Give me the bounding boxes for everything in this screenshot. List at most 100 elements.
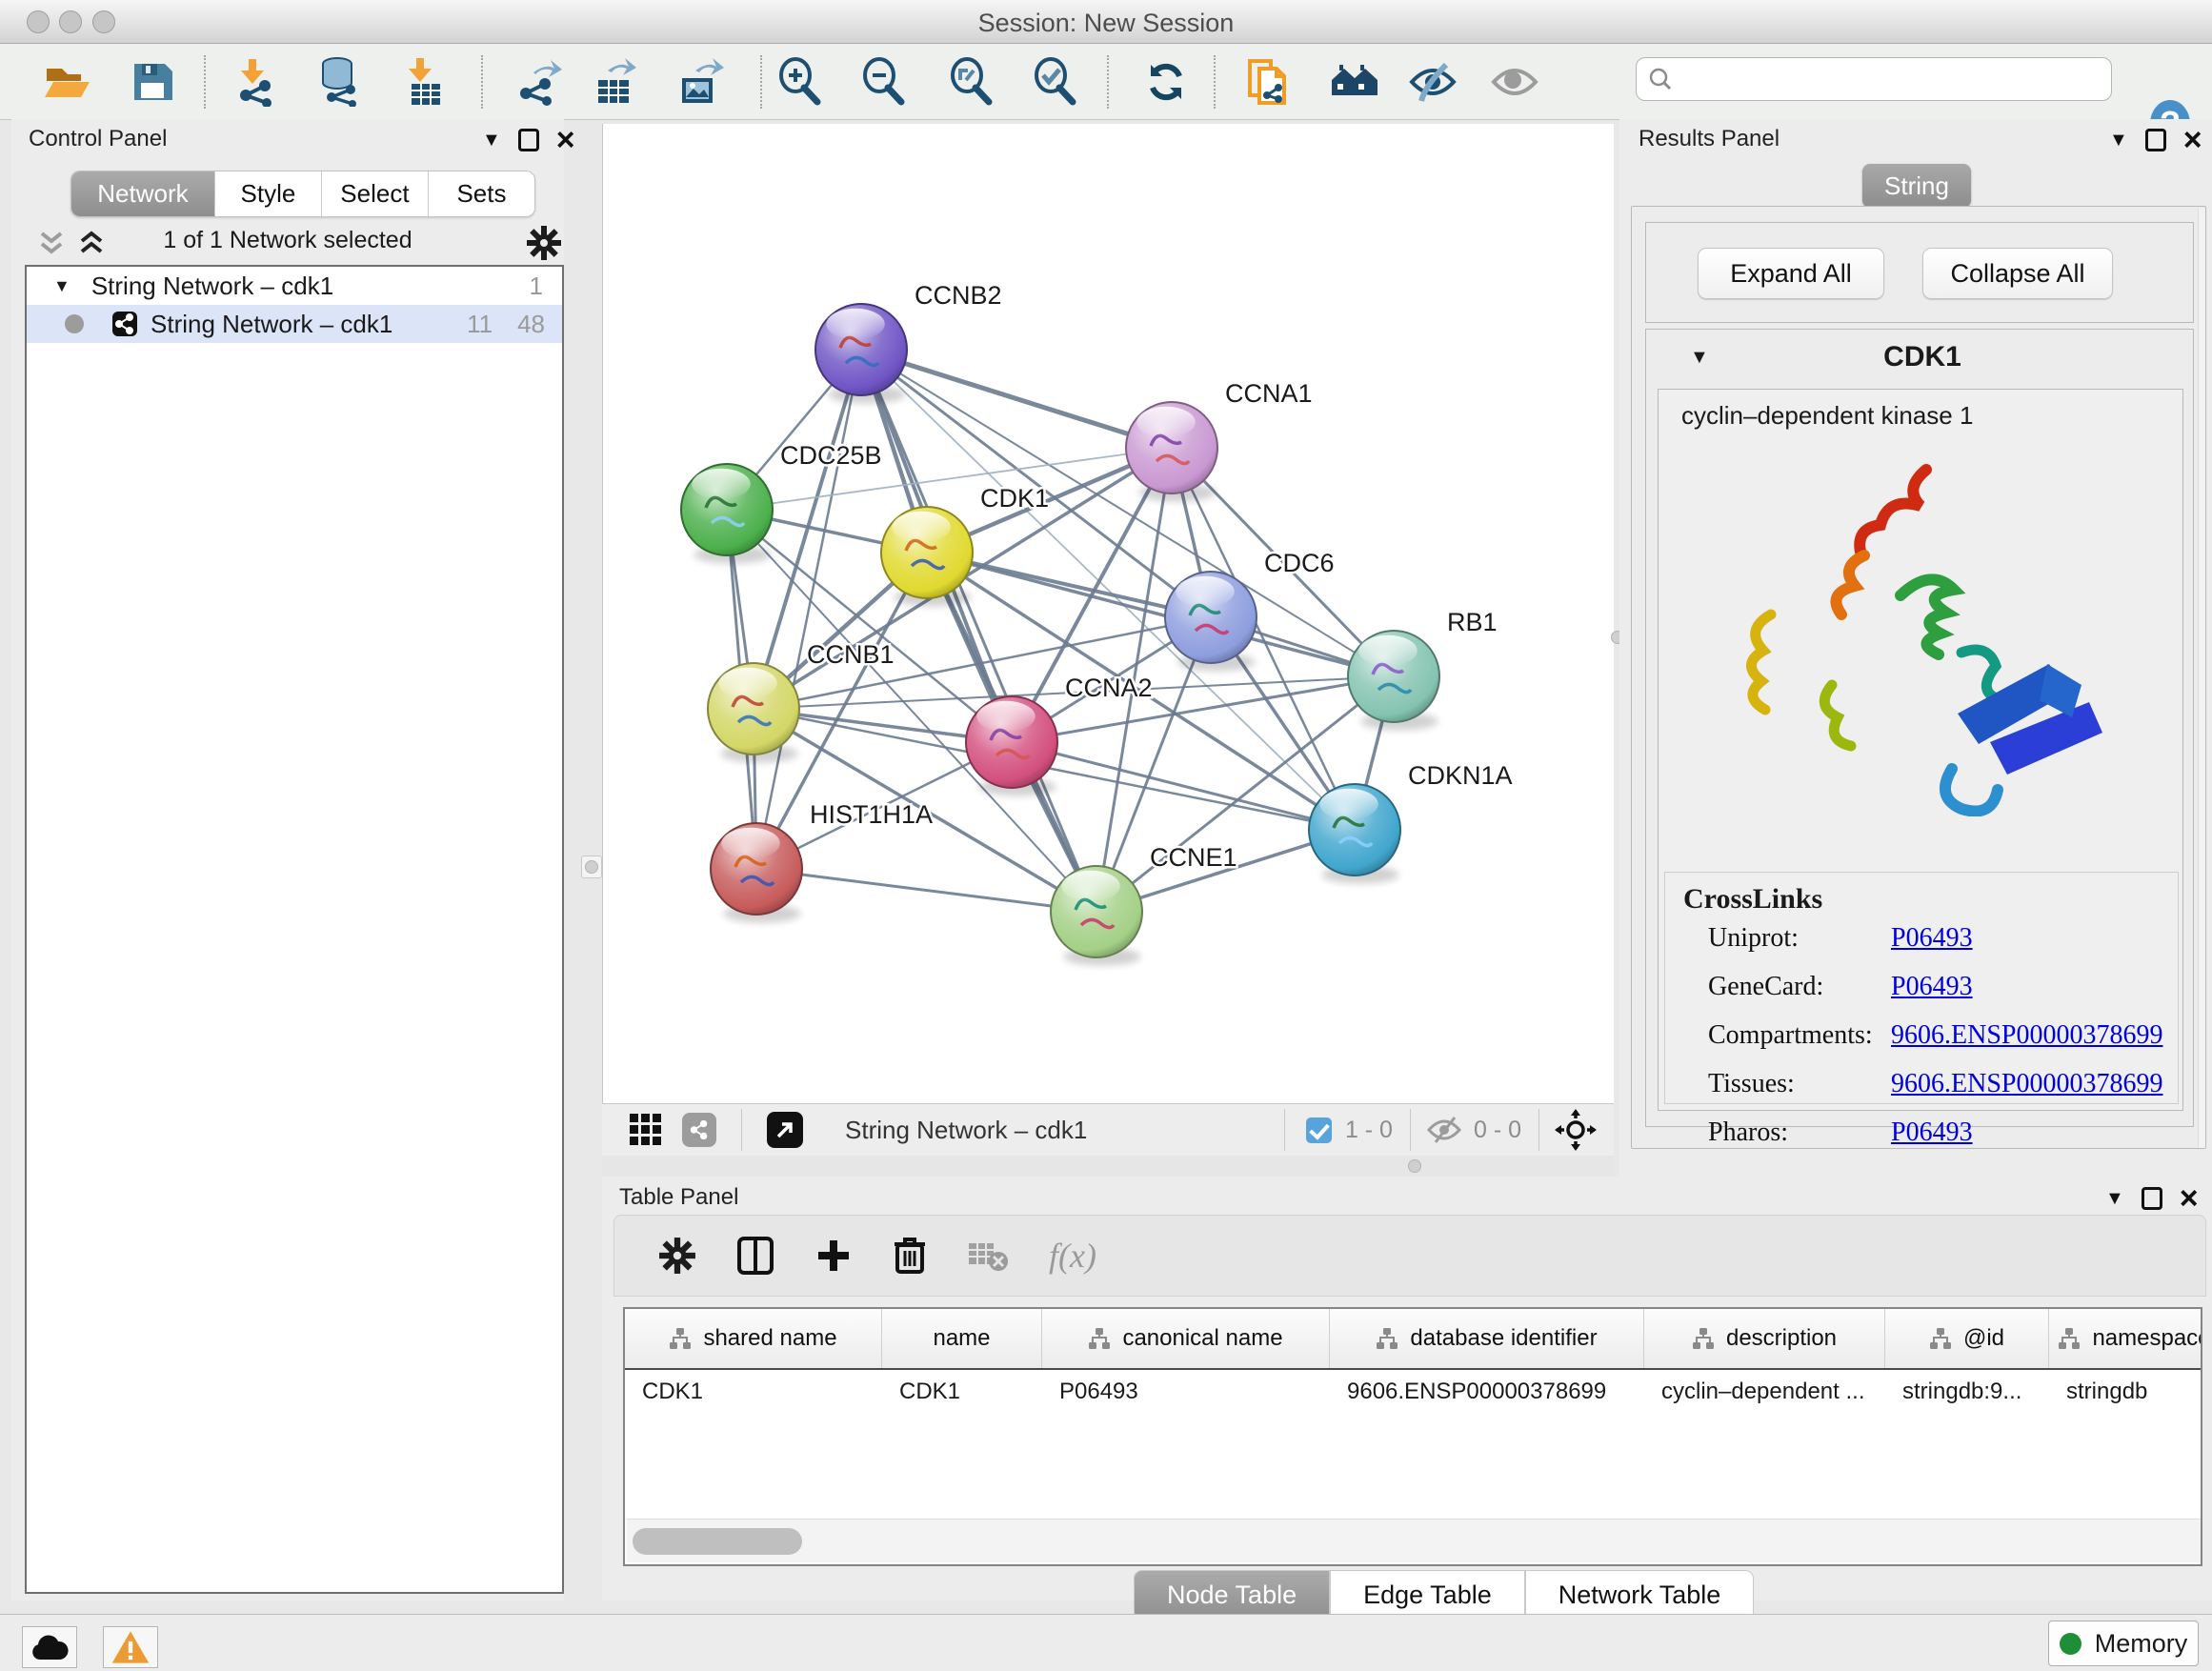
open-file-icon[interactable]	[42, 57, 91, 107]
panel-menu-icon[interactable]: ▼	[2109, 130, 2128, 151]
zoom-fit-icon[interactable]	[947, 57, 996, 107]
hidden-eye-icon[interactable]	[1426, 1116, 1462, 1144]
window-title: Session: New Session	[0, 9, 2212, 38]
network-node-CCNA1[interactable]: CCNA1	[1126, 379, 1313, 502]
node-label-CCNA1: CCNA1	[1225, 379, 1313, 408]
home-networks-icon[interactable]	[1330, 57, 1379, 107]
clone-network-icon[interactable]	[1242, 57, 1292, 107]
column-header-namespace[interactable]: namespace	[2049, 1309, 2202, 1368]
panel-menu-icon[interactable]: ▼	[2105, 1188, 2124, 1210]
section-expander-icon[interactable]: ▼	[1690, 347, 1709, 369]
column-label: description	[1726, 1325, 1837, 1352]
import-network-database-icon[interactable]	[314, 57, 364, 107]
tree-expander-icon[interactable]: ▼	[53, 276, 70, 296]
save-session-icon[interactable]	[128, 57, 177, 107]
export-table-icon[interactable]	[589, 57, 638, 107]
network-row[interactable]: String Network – cdk1 11 48	[27, 305, 562, 343]
column-header-description[interactable]: description	[1644, 1309, 1885, 1368]
results-scrollbar[interactable]	[2198, 209, 2205, 1148]
table-panel: Table Panel ▼ × f(x) shared namenamecano…	[602, 1177, 2212, 1601]
horizontal-splitter-handle[interactable]	[1408, 1159, 1421, 1173]
add-column-icon[interactable]	[814, 1237, 853, 1275]
zoom-selected-icon[interactable]	[1031, 57, 1080, 107]
delete-column-icon[interactable]	[893, 1236, 927, 1276]
cloud-button[interactable]	[22, 1626, 77, 1668]
column-header--id[interactable]: @id	[1885, 1309, 2049, 1368]
crosslink-tissues[interactable]: 9606.ENSP00000378699	[1891, 1069, 2162, 1099]
tab-sets[interactable]: Sets	[429, 171, 534, 216]
network-edge-CCNB2-HIST1H1A[interactable]	[756, 350, 861, 869]
open-view-icon[interactable]	[767, 1112, 803, 1148]
crosslink-compartments[interactable]: 9606.ENSP00000378699	[1891, 1020, 2162, 1051]
panel-float-icon[interactable]	[518, 129, 539, 151]
import-network-file-icon[interactable]	[232, 57, 282, 107]
export-image-icon[interactable]	[674, 57, 724, 107]
hide-selected-icon[interactable]	[1408, 57, 1458, 107]
tab-style[interactable]: Style	[215, 171, 322, 216]
show-columns-icon[interactable]	[736, 1236, 774, 1276]
expand-all-icon[interactable]	[76, 231, 107, 257]
network-node-HIST1H1A[interactable]: HIST1H1A	[711, 800, 933, 923]
warnings-button[interactable]	[103, 1626, 158, 1668]
table-cell--id: stringdb:9...	[1885, 1379, 2049, 1405]
network-node-CCNB1[interactable]: CCNB1	[708, 640, 895, 763]
zoom-in-icon[interactable]	[775, 57, 825, 107]
network-node-CDKN1A[interactable]: CDKN1A	[1309, 761, 1513, 884]
tab-select[interactable]: Select	[322, 171, 429, 216]
grid-view-icon[interactable]	[629, 1113, 663, 1147]
protein-description: cyclin–dependent kinase 1	[1681, 401, 1973, 431]
network-edge-CCNB2-CCNA1[interactable]	[861, 350, 1172, 448]
scrollbar-thumb[interactable]	[633, 1528, 802, 1555]
crosslink-genecard[interactable]: P06493	[1891, 972, 1973, 1002]
crosslink-label: GeneCard:	[1708, 972, 1891, 1002]
gear-icon[interactable]	[526, 225, 562, 261]
panel-float-icon[interactable]	[2145, 129, 2166, 151]
vertical-splitter-handle[interactable]	[581, 856, 602, 878]
panel-float-icon[interactable]	[2142, 1187, 2162, 1210]
search-input[interactable]	[1673, 66, 2111, 92]
cloud-icon	[30, 1633, 69, 1661]
collapse-all-icon[interactable]	[36, 231, 67, 257]
column-header-name[interactable]: name	[882, 1309, 1042, 1368]
node-label-RB1: RB1	[1447, 608, 1498, 636]
pan-tool-icon[interactable]	[1555, 1109, 1597, 1151]
panel-close-icon[interactable]: ×	[2180, 1187, 2199, 1210]
column-header-canonical-name[interactable]: canonical name	[1042, 1309, 1330, 1368]
import-table-file-icon[interactable]	[400, 57, 450, 107]
selected-checkbox[interactable]	[1306, 1117, 1332, 1143]
search-field[interactable]	[1636, 57, 2112, 101]
show-all-icon[interactable]	[1490, 57, 1539, 107]
panel-close-icon[interactable]: ×	[2183, 129, 2202, 151]
table-settings-gear-icon[interactable]	[658, 1237, 696, 1275]
crosslink-uniprot[interactable]: P06493	[1891, 923, 1973, 954]
horizontal-splitter[interactable]	[602, 1156, 1614, 1177]
expand-all-button[interactable]: Expand All	[1698, 248, 1884, 299]
node-label-CDKN1A: CDKN1A	[1408, 761, 1513, 790]
network-node-CCNE1[interactable]: CCNE1	[1051, 843, 1237, 966]
table-row[interactable]: CDK1CDK1P064939606.ENSP00000378699cyclin…	[625, 1370, 2201, 1414]
table-h-scrollbar[interactable]	[627, 1519, 2202, 1562]
zoom-out-icon[interactable]	[859, 57, 909, 107]
network-edge-HIST1H1A-CCNE1[interactable]	[756, 869, 1096, 912]
panel-menu-icon[interactable]: ▼	[482, 130, 501, 151]
export-network-icon[interactable]	[513, 57, 562, 107]
control-panel-tabs: NetworkStyleSelectSets	[70, 171, 535, 217]
toolbar-separator	[204, 55, 206, 109]
crosslink-pharos[interactable]: P06493	[1891, 1117, 1973, 1148]
node-table: shared namenamecanonical namedatabase id…	[623, 1307, 2202, 1566]
network-collection-row[interactable]: ▼ String Network – cdk1 1	[27, 267, 562, 305]
network-node-CDK1[interactable]: CDK1	[881, 484, 1049, 607]
network-node-RB1[interactable]: RB1	[1348, 608, 1498, 731]
memory-button[interactable]: Memory	[2048, 1621, 2199, 1666]
column-header-database-identifier[interactable]: database identifier	[1330, 1309, 1644, 1368]
crosslinks-list: Uniprot:P06493GeneCard:P06493Compartment…	[1708, 923, 2165, 1166]
tab-network[interactable]: Network	[71, 171, 215, 216]
refresh-layout-icon[interactable]	[1141, 57, 1191, 107]
collapse-all-button[interactable]: Collapse All	[1922, 248, 2113, 299]
table-cell-shared-name: CDK1	[625, 1379, 882, 1405]
column-header-shared-name[interactable]: shared name	[625, 1309, 882, 1368]
network-canvas[interactable]: CCNB2CCNA1CDC25BCDK1CDC6RB1CCNB1CCNA2CDK…	[602, 124, 1614, 1103]
tab-string[interactable]: String	[1862, 164, 1971, 208]
network-birdseye-icon[interactable]	[682, 1113, 716, 1147]
panel-close-icon[interactable]: ×	[556, 129, 575, 151]
